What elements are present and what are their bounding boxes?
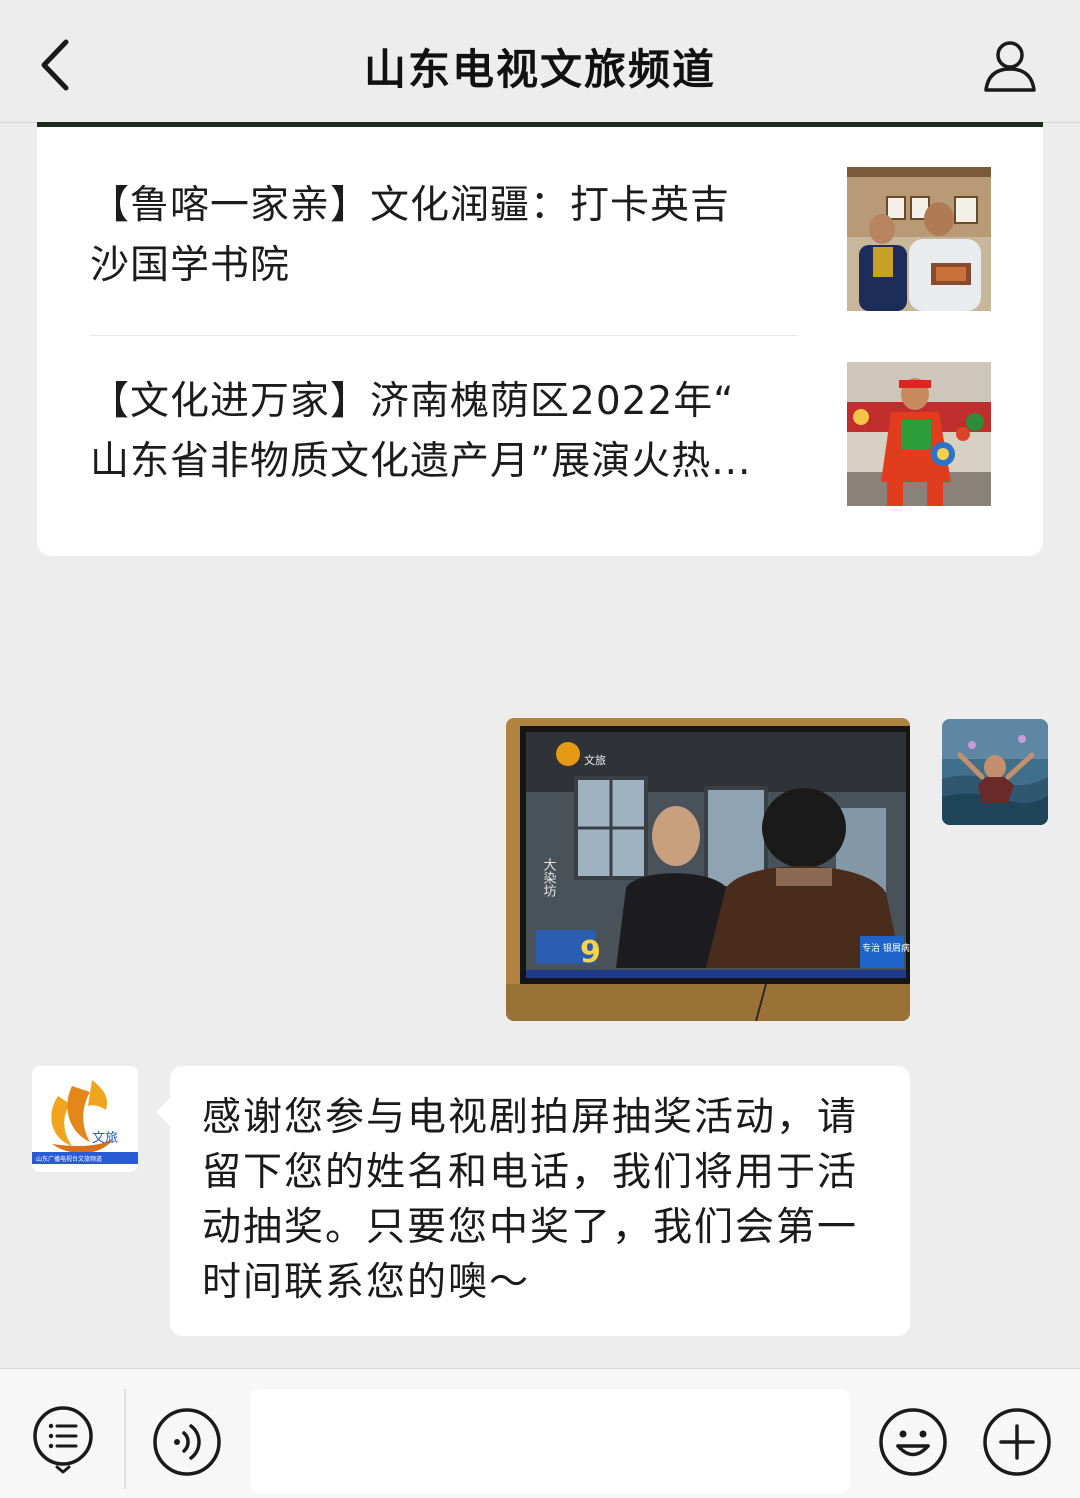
channel-logo-text: 文旅 <box>92 1131 118 1146</box>
article-title: 【鲁喀一家亲】文化润疆：打卡英吉 沙国学书院 <box>90 176 790 296</box>
page-title: 山东电视文旅频道 <box>363 45 716 94</box>
input-bar-separator <box>124 1389 126 1489</box>
folk-dance-photo <box>847 362 991 506</box>
person-in-water-photo <box>942 719 1048 825</box>
article-title-line-1: 【鲁喀一家亲】文化润疆：打卡英吉 <box>90 183 731 228</box>
article-thumbnail <box>847 167 991 311</box>
reply-message-text: 感谢您参与电视剧拍屏抽奖活动，请留下您的姓名和电话，我们将用于活动抽奖。只要您中… <box>202 1095 859 1305</box>
article-item-1[interactable]: 【鲁喀一家亲】文化润疆：打卡英吉 沙国学书院 <box>90 167 991 326</box>
back-button[interactable] <box>28 30 88 100</box>
my-avatar[interactable] <box>942 719 1048 825</box>
article-title-line-2: 山东省非物质文化遗产月”展演火热... <box>90 439 752 484</box>
emoji-button[interactable] <box>876 1405 950 1479</box>
voice-button[interactable] <box>150 1405 224 1479</box>
message-input[interactable] <box>250 1389 850 1493</box>
voice-icon <box>153 1408 221 1476</box>
channel-avatar[interactable]: 文旅 山东广播电视台文旅频道 <box>32 1066 138 1172</box>
article-title-line-2: 沙国学书院 <box>90 243 291 288</box>
plus-icon <box>983 1408 1051 1476</box>
article-thumbnail <box>847 362 991 506</box>
article-list-card: 【鲁喀一家亲】文化润疆：打卡英吉 沙国学书院 【文化进万家】济南槐荫区2022年… <box>37 122 1043 556</box>
reply-message-bubble[interactable]: 感谢您参与电视剧拍屏抽奖活动，请留下您的姓名和电话，我们将用于活动抽奖。只要您中… <box>156 1066 910 1336</box>
tv-channel-logo-text: 文旅 <box>584 753 606 767</box>
channel-logo-caption: 山东广播电视台文旅频道 <box>36 1155 102 1163</box>
tv-show-title: 大染坊 <box>541 858 557 898</box>
more-button[interactable] <box>980 1405 1054 1479</box>
emoji-icon <box>879 1408 947 1476</box>
card-top-edge <box>37 122 1043 127</box>
tv-number-badge: 9 <box>580 935 601 970</box>
bottom-input-bar <box>0 1368 1080 1498</box>
person-icon <box>984 41 1036 92</box>
tv-screen-photo: 文旅 大染坊 9 专治 银屑病 <box>506 718 910 1021</box>
tv-corner-caption: 专治 银屑病 <box>862 942 910 954</box>
channel-logo-icon: 文旅 山东广播电视台文旅频道 <box>32 1066 138 1172</box>
article-title-line-1: 【文化进万家】济南槐荫区2022年“ <box>90 379 735 424</box>
menu-button[interactable] <box>26 1401 100 1475</box>
official-account-profile-button[interactable] <box>980 36 1040 96</box>
chevron-left-icon <box>41 39 69 91</box>
article-divider <box>90 335 797 336</box>
article-title: 【文化进万家】济南槐荫区2022年“ 山东省非物质文化遗产月”展演火热... <box>90 372 790 492</box>
article-item-2[interactable]: 【文化进万家】济南槐荫区2022年“ 山东省非物质文化遗产月”展演火热... <box>90 362 991 522</box>
menu-icon <box>33 1406 93 1474</box>
sent-photo-message[interactable]: 文旅 大染坊 9 专治 银屑病 <box>506 718 910 1021</box>
two-men-photo <box>847 167 991 311</box>
top-nav-bar: 山东电视文旅频道 <box>0 0 1080 123</box>
